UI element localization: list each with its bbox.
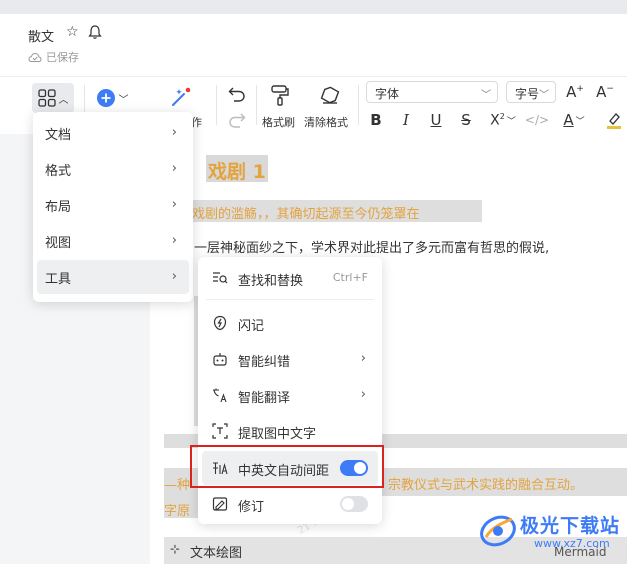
apps-menu-button[interactable]: ︿ <box>32 83 74 113</box>
document-line-1[interactable]: 戏剧的滥觞，，其确切起源至今仍笼罩在 <box>192 203 420 222</box>
superscript-icon: X2 <box>490 111 505 129</box>
text-scan-icon <box>212 423 228 439</box>
brand-name: 极光下载站 <box>520 515 621 537</box>
robot-icon <box>213 353 227 366</box>
undo-button[interactable] <box>226 83 248 105</box>
document-line-3-prefix[interactable]: —种 <box>164 474 190 493</box>
star-icon[interactable]: ☆ <box>66 24 79 40</box>
chevron-right-icon: › <box>171 269 177 284</box>
clear-format-label: 清除格式 <box>304 116 348 129</box>
format-painter-button[interactable] <box>262 81 298 109</box>
title-bar: 散文 ☆ 已保存 <box>0 14 627 76</box>
format-painter-label: 格式刷 <box>262 116 295 129</box>
highlight-annotation-box <box>190 445 384 488</box>
highlighter-icon <box>606 113 621 129</box>
grid-icon <box>37 89 56 107</box>
brand-logo: 极光下载站 www.xz7.com <box>478 505 627 560</box>
strikethrough-button[interactable]: S <box>456 109 476 131</box>
submenu-flash-note[interactable]: 闪记 <box>202 306 378 340</box>
underline-button[interactable]: U <box>426 109 446 131</box>
font-color-button[interactable]: A ﹀ <box>558 109 590 131</box>
underline-icon: U <box>430 111 442 129</box>
size-select-value: 字号 <box>515 87 540 101</box>
undo-icon <box>228 87 245 102</box>
font-grow-icon: A+ <box>566 83 584 101</box>
chevron-down-icon: ﹀ <box>575 116 585 127</box>
document-line-4[interactable]: 字原 <box>164 500 190 519</box>
chevron-up-icon: ︿ <box>58 94 69 106</box>
chevron-right-icon: › <box>171 233 177 248</box>
plus-circle-icon <box>96 89 115 107</box>
font-select[interactable]: 字体 ﹀ <box>366 81 498 103</box>
code-icon: </> <box>524 113 550 127</box>
toolbar-separator <box>216 85 217 125</box>
text-drawing-label: 文本绘图 <box>190 546 243 561</box>
eraser-icon <box>320 86 340 104</box>
redo-icon <box>229 113 246 128</box>
clear-format-button[interactable] <box>312 81 348 109</box>
redo-button[interactable] <box>226 109 248 131</box>
submenu-find-replace[interactable]: 查找和替换 Ctrl+F <box>202 261 378 295</box>
top-strip <box>0 0 627 14</box>
chevron-down-icon: ﹀ <box>506 116 516 127</box>
bold-button[interactable]: B <box>366 109 386 131</box>
submenu-smart-correct[interactable]: 智能纠错 › <box>202 342 378 376</box>
document-line-3[interactable]: 宗教仪式与武术实践的融合互动。 <box>388 474 583 493</box>
menu-item-document[interactable]: 文档 › <box>37 116 189 150</box>
flash-note-icon <box>213 315 227 331</box>
font-select-value: 字体 <box>375 87 400 101</box>
diagram-icon: ⊹ <box>170 542 181 556</box>
strikethrough-icon: S <box>461 111 471 129</box>
chevron-right-icon: › <box>360 351 366 366</box>
chevron-right-icon: › <box>171 197 177 212</box>
italic-button[interactable]: I <box>396 109 416 131</box>
revision-icon <box>212 497 228 511</box>
bold-icon: B <box>370 111 382 129</box>
magic-wand-icon <box>172 87 191 106</box>
font-shrink-button[interactable]: A− <box>594 81 616 103</box>
chevron-right-icon: › <box>360 387 366 402</box>
brand-url: www.xz7.com <box>534 537 610 550</box>
chevron-down-icon: ﹀ <box>539 90 549 101</box>
translate-icon <box>213 388 227 403</box>
submenu-revision[interactable]: 修订 <box>202 487 378 521</box>
chevron-right-icon: › <box>171 125 177 140</box>
submenu-smart-translate[interactable]: 智能翻译 › <box>202 378 378 412</box>
chevron-down-icon: ﹀ <box>118 94 129 106</box>
font-color-icon: A <box>563 111 574 129</box>
size-select[interactable]: 字号 ﹀ <box>506 81 556 103</box>
chevron-right-icon: › <box>171 161 177 176</box>
menu-item-layout[interactable]: 布局 › <box>37 188 189 222</box>
revision-toggle[interactable] <box>340 496 368 512</box>
paint-roller-icon <box>271 85 289 106</box>
menu-divider <box>206 299 374 300</box>
menu-item-view[interactable]: 视图 › <box>37 224 189 258</box>
toggle-knob <box>342 498 354 510</box>
menu-item-tools[interactable]: 工具 › <box>37 260 189 294</box>
aurora-logo-icon <box>480 515 516 547</box>
font-shrink-icon: A− <box>596 83 614 101</box>
bell-icon[interactable] <box>88 24 102 40</box>
shortcut-label: Ctrl+F <box>332 271 368 284</box>
highlight-button[interactable] <box>600 109 627 131</box>
save-status: 已保存 <box>28 49 79 65</box>
superscript-button[interactable]: X2 ﹀ <box>486 109 520 131</box>
font-grow-button[interactable]: A+ <box>564 81 586 103</box>
chevron-down-icon: ﹀ <box>481 90 491 101</box>
toolbar-separator <box>256 85 257 125</box>
submenu-extract-text[interactable]: 提取图中文字 <box>202 414 378 448</box>
italic-icon: I <box>403 111 409 129</box>
cloud-check-icon <box>28 52 42 62</box>
insert-button[interactable]: ﹀ <box>94 85 130 111</box>
menu-item-format[interactable]: 格式 › <box>37 152 189 186</box>
magic-wand-button[interactable] <box>166 83 196 111</box>
document-heading[interactable]: 戏剧 1 <box>208 157 266 184</box>
main-menu: 文档 › 格式 › 布局 › 视图 › 工具 › <box>33 112 193 302</box>
saved-label: 已保存 <box>46 51 79 64</box>
doc-title[interactable]: 散文 <box>28 26 54 45</box>
toolbar-separator <box>358 85 359 125</box>
code-button[interactable]: </> <box>524 109 550 131</box>
find-replace-icon <box>213 272 228 284</box>
document-line-2[interactable]: 一层神秘面纱之下，学术界对此提出了多元而富有哲思的假说, <box>194 237 549 256</box>
